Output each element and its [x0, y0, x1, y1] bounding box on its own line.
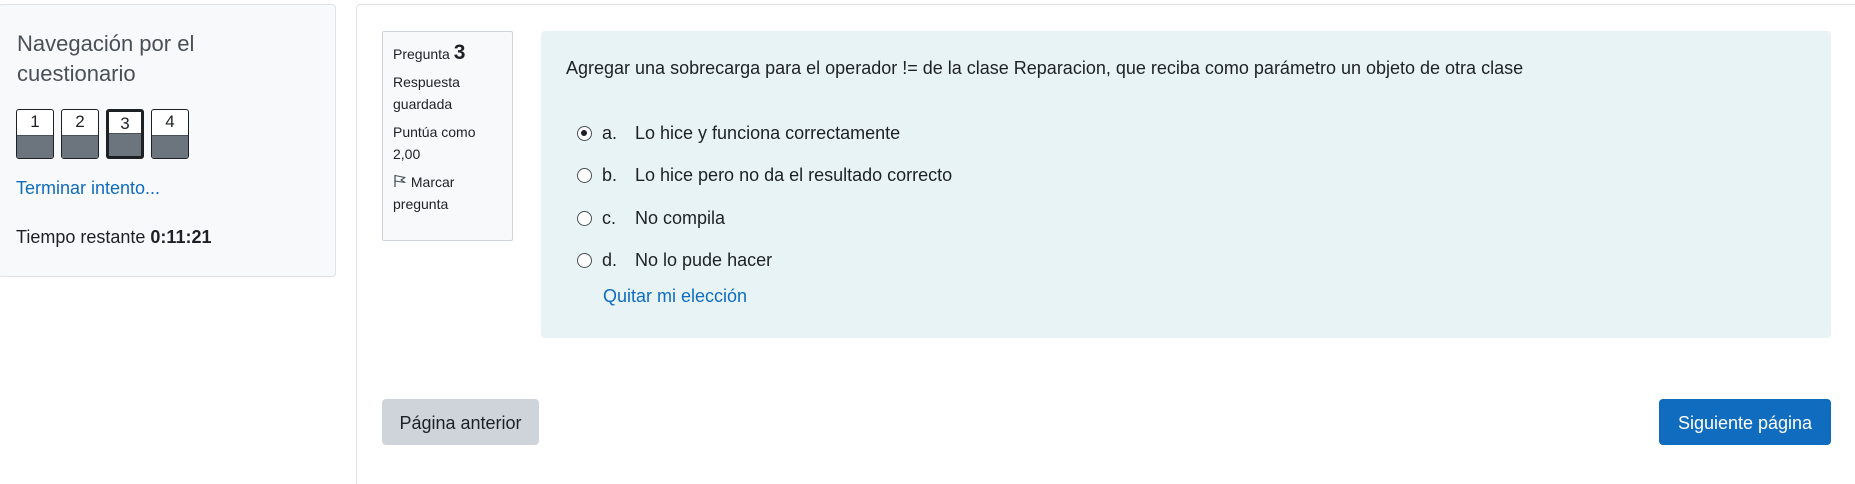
question-nav-buttons: 1 2 3 4	[16, 109, 189, 159]
question-number: Pregunta 3	[393, 42, 502, 65]
answer-letter: b.	[602, 165, 618, 185]
answer-option-c[interactable]: c. No compila	[577, 208, 725, 229]
question-nav-button-1[interactable]: 1	[16, 109, 54, 159]
question-state: Respuesta guardada	[393, 74, 460, 112]
answer-option-d[interactable]: d. No lo pude hacer	[577, 250, 772, 271]
quiz-navigation-title: Navegación por el cuestionario	[17, 31, 195, 86]
question-number-label: Pregunta	[393, 46, 450, 62]
time-remaining-label: Tiempo restante	[16, 227, 146, 247]
answer-letter: c.	[602, 208, 617, 228]
time-remaining: Tiempo restante 0:11:21	[16, 227, 211, 248]
clear-choice-link[interactable]: Quitar mi elección	[603, 286, 747, 307]
radio-button[interactable]	[577, 168, 592, 183]
answered-indicator	[109, 133, 141, 156]
previous-page-button[interactable]: Página anterior	[382, 399, 539, 445]
answer-text: Lo hice y funciona correctamente	[635, 123, 901, 143]
answered-indicator	[152, 135, 188, 158]
radio-button[interactable]	[577, 126, 592, 141]
question-formulation: Agregar una sobrecarga para el operador …	[541, 31, 1831, 338]
question-nav-button-4[interactable]: 4	[151, 109, 189, 159]
question-nav-number: 4	[165, 112, 175, 131]
answer-text: Lo hice pero no da el resultado correcto	[635, 165, 953, 185]
answer-option-a[interactable]: a. Lo hice y funciona correctamente	[577, 123, 900, 144]
question-nav-number: 2	[75, 112, 85, 131]
quiz-navigation-block: Navegación por el cuestionario 1 2 3 4 T…	[0, 4, 336, 277]
answer-text: No compila	[635, 208, 726, 228]
radio-button[interactable]	[577, 211, 592, 226]
flag-icon	[394, 174, 406, 187]
question-info: Pregunta 3 Respuesta guardada Puntúa com…	[382, 31, 513, 241]
question-nav-number: 3	[120, 114, 130, 133]
flag-question-toggle[interactable]: Marcar pregunta	[393, 171, 502, 215]
radio-button[interactable]	[577, 253, 592, 268]
question-text: Agregar una sobrecarga para el operador …	[566, 58, 1524, 78]
question-number-value: 3	[453, 41, 466, 64]
next-page-button[interactable]: Siguiente página	[1659, 399, 1831, 445]
answer-text: No lo pude hacer	[635, 250, 773, 270]
question-grade: Puntúa como 2,00	[393, 124, 476, 162]
finish-attempt-link[interactable]: Terminar intento...	[16, 178, 160, 199]
question-nav-number: 1	[30, 112, 40, 131]
question-nav-button-2[interactable]: 2	[61, 109, 99, 159]
question-nav-button-3[interactable]: 3	[106, 109, 144, 159]
answer-letter: d.	[602, 250, 618, 270]
answer-option-b[interactable]: b. Lo hice pero no da el resultado corre…	[577, 165, 952, 186]
answered-indicator	[62, 135, 98, 158]
time-remaining-value: 0:11:21	[150, 227, 212, 247]
answer-letter: a.	[602, 123, 618, 143]
answered-indicator	[17, 135, 53, 158]
